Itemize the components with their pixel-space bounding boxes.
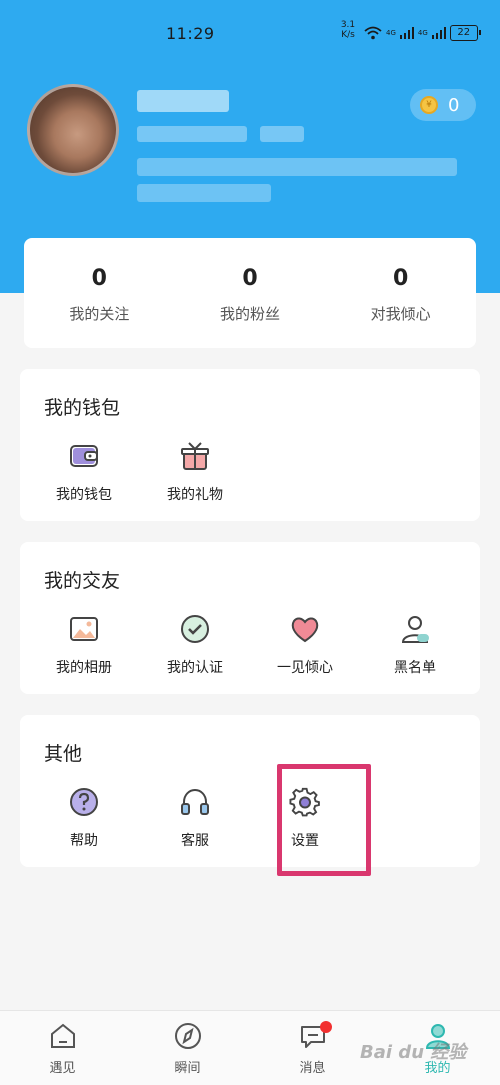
tab-label: 遇见 <box>49 1061 76 1076</box>
section-title: 我的交友 <box>44 570 121 592</box>
menu-item-label: 黑名单 <box>394 660 436 676</box>
wallet-icon <box>70 445 98 467</box>
user-bio-blurred-line-2 <box>137 184 271 202</box>
headset-icon <box>181 788 209 815</box>
menu-item-album[interactable]: 我的相册 <box>36 613 132 677</box>
help-icon <box>70 788 98 816</box>
menu-item-label: 帮助 <box>70 833 98 849</box>
settings-highlight-box <box>277 764 371 876</box>
menu-item-wallet[interactable]: 我的钱包 <box>36 440 132 504</box>
stat-value: 0 <box>242 266 258 291</box>
stat-fans[interactable]: 0 我的粉丝 <box>175 238 326 348</box>
battery-indicator: 22 <box>449 25 481 41</box>
user-tag-blurred <box>260 126 304 142</box>
status-bar: 11:29 3.1 K/s 4G 4G 22 <box>0 0 500 66</box>
compass-icon <box>174 1023 201 1049</box>
avatar[interactable] <box>27 84 119 176</box>
menu-item-verification[interactable]: 我的认证 <box>147 613 243 677</box>
status-icons: 4G 4G 22 <box>364 24 481 42</box>
signal-icon <box>399 27 414 39</box>
unread-badge <box>320 1021 332 1033</box>
stat-value: 0 <box>393 266 409 291</box>
coin-balance-value: 0 <box>448 94 460 116</box>
stat-label: 对我倾心 <box>370 305 431 323</box>
menu-item-label: 客服 <box>181 833 209 849</box>
user-id-blurred <box>137 126 247 142</box>
stat-following[interactable]: 0 我的关注 <box>24 238 175 348</box>
menu-item-label: 我的认证 <box>167 660 223 676</box>
section-title: 其他 <box>44 743 83 765</box>
network-speed: 3.1 K/s <box>338 20 358 40</box>
verified-icon <box>181 615 209 643</box>
user-bio-blurred-line-1 <box>137 158 457 176</box>
coin-icon: ¥ <box>420 96 438 114</box>
status-time: 11:29 <box>166 24 215 43</box>
menu-item-label: 我的钱包 <box>56 487 112 503</box>
tab-meet[interactable]: 遇见 <box>0 1011 125 1085</box>
menu-item-label: 我的礼物 <box>167 487 223 503</box>
menu-item-label: 我的相册 <box>56 660 112 676</box>
network-speed-unit: K/s <box>341 30 355 40</box>
menu-item-blacklist[interactable]: 黑名单 <box>367 613 463 677</box>
tab-messages[interactable]: 消息 <box>250 1011 375 1085</box>
stat-label: 我的粉丝 <box>220 305 281 323</box>
signal-icon-2 <box>431 27 446 39</box>
network-type-2: 4G <box>417 29 428 37</box>
blacklist-icon <box>401 616 429 643</box>
menu-item-help[interactable]: 帮助 <box>36 786 132 850</box>
menu-item-crush[interactable]: 一见倾心 <box>257 613 353 677</box>
tab-label: 瞬间 <box>174 1061 201 1076</box>
menu-item-gift[interactable]: 我的礼物 <box>147 440 243 504</box>
network-type-1: 4G <box>386 29 396 37</box>
stat-value: 0 <box>91 266 107 291</box>
heart-icon <box>291 617 319 643</box>
wallet-section: 我的钱包 我的钱包 我的礼物 <box>20 369 480 521</box>
album-icon <box>70 617 98 641</box>
tab-label: 消息 <box>299 1061 326 1076</box>
tab-moments[interactable]: 瞬间 <box>125 1011 250 1085</box>
wifi-icon <box>364 26 382 40</box>
section-title: 我的钱包 <box>44 397 121 419</box>
stat-label: 我的关注 <box>69 305 130 323</box>
watermark: Bai du 经验 <box>360 1042 467 1063</box>
other-section: 其他 帮助 客服 设置 <box>20 715 480 867</box>
home-icon <box>50 1023 75 1048</box>
network-speed-value: 3.1 <box>340 20 356 30</box>
menu-item-customer-service[interactable]: 客服 <box>147 786 243 850</box>
coin-balance[interactable]: ¥ 0 <box>410 89 476 121</box>
menu-item-label: 一见倾心 <box>277 660 333 676</box>
gift-icon <box>181 442 209 470</box>
stats-card: 0 我的关注 0 我的粉丝 0 对我倾心 <box>24 238 476 348</box>
stat-admirers[interactable]: 0 对我倾心 <box>325 238 476 348</box>
username-blurred <box>137 90 229 112</box>
friends-section: 我的交友 我的相册 我的认证 一见倾心 黑名单 <box>20 542 480 694</box>
